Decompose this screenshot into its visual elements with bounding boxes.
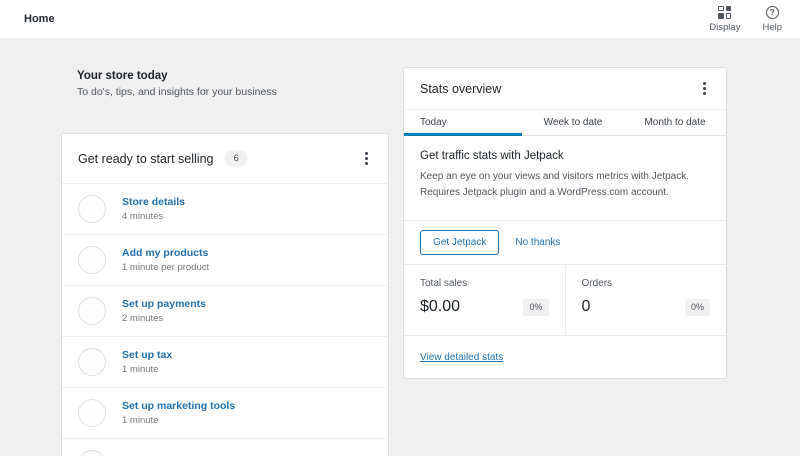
kebab-menu-icon[interactable] [361, 148, 372, 169]
stats-overview-card: Stats overview Today Week to date Month … [404, 68, 726, 378]
help-button[interactable]: ? Help [762, 5, 782, 33]
view-detailed-stats-link[interactable]: View detailed stats [420, 352, 503, 363]
stat-value: $0.00 [420, 298, 461, 315]
stat-label: Orders [581, 278, 613, 289]
task-status-circle-icon [78, 399, 106, 427]
stats-card-footer: View detailed stats [404, 336, 726, 378]
task-link[interactable]: Set up tax [122, 349, 172, 361]
stat-total-sales[interactable]: Total sales $0.00 0% [404, 265, 566, 335]
page-title: Home [24, 13, 55, 25]
jetpack-promo-section: Get traffic stats with Jetpack Keep an e… [404, 136, 726, 221]
task-item-add-products[interactable]: Add my products 1 minute per product [62, 234, 388, 285]
task-time: 1 minute [122, 415, 159, 426]
task-link[interactable]: Set up marketing tools [122, 400, 235, 412]
stats-period-tabs: Today Week to date Month to date [404, 109, 726, 136]
task-item-tax[interactable]: Set up tax 1 minute [62, 336, 388, 387]
stats-card-header: Stats overview [404, 68, 726, 109]
task-link[interactable]: Store details [122, 196, 185, 208]
store-today-title: Your store today [77, 70, 168, 82]
task-status-circle-icon [78, 348, 106, 376]
help-button-label: Help [762, 21, 782, 33]
task-status-circle-icon [78, 450, 106, 456]
stats-column: Stats overview Today Week to date Month … [404, 68, 726, 378]
no-thanks-link[interactable]: No thanks [515, 237, 560, 248]
task-time: 2 minutes [122, 313, 164, 324]
task-status-circle-icon [78, 246, 106, 274]
jetpack-promo-title: Get traffic stats with Jetpack [420, 150, 564, 162]
task-link[interactable]: Set up payments [122, 298, 206, 310]
topbar-actions: Display ? Help [709, 5, 782, 33]
tab-month-to-date[interactable]: Month to date [624, 110, 726, 135]
stat-label: Total sales [420, 278, 468, 289]
get-jetpack-button[interactable]: Get Jetpack [420, 230, 500, 255]
display-button-label: Display [709, 21, 741, 33]
store-today-subtitle: To do's, tips, and insights for your bus… [77, 86, 277, 98]
task-time: 1 minute per product [122, 262, 210, 273]
stat-change-badge: 0% [684, 298, 710, 316]
stats-card-title: Stats overview [420, 81, 502, 96]
stat-value: 0 [581, 298, 591, 315]
display-button[interactable]: Display [709, 5, 741, 33]
stat-change-badge: 0% [523, 298, 549, 316]
topbar: Home Display ? Help [0, 0, 800, 38]
jetpack-actions: Get Jetpack No thanks [404, 221, 726, 265]
jetpack-promo-description: Keep an eye on your views and visitors m… [420, 171, 690, 198]
task-card-header: Get ready to start selling 6 [62, 134, 388, 183]
tab-week-to-date[interactable]: Week to date [522, 110, 624, 135]
task-item-personalize[interactable]: Personalize my store [62, 438, 388, 456]
help-icon: ? [765, 5, 779, 19]
store-today-column: Your store today To do's, tips, and insi… [62, 38, 388, 456]
display-grid-icon [718, 5, 732, 19]
setup-task-card: Get ready to start selling 6 Store detai… [62, 134, 388, 456]
task-card-title: Get ready to start selling [78, 151, 214, 166]
task-status-circle-icon [78, 297, 106, 325]
task-link[interactable]: Add my products [122, 247, 209, 259]
store-today-header: Your store today To do's, tips, and insi… [77, 70, 388, 98]
main-content: Your store today To do's, tips, and insi… [0, 38, 800, 456]
task-item-marketing[interactable]: Set up marketing tools 1 minute [62, 387, 388, 438]
stats-summary-row: Total sales $0.00 0% Orders 0 0% [404, 265, 726, 336]
tab-today[interactable]: Today [404, 110, 522, 136]
task-count-badge: 6 [225, 149, 247, 168]
task-time: 4 minutes [122, 211, 164, 222]
task-item-store-details[interactable]: Store details 4 minutes [62, 183, 388, 234]
kebab-menu-icon[interactable] [699, 78, 710, 99]
task-status-circle-icon [78, 195, 106, 223]
task-item-payments[interactable]: Set up payments 2 minutes [62, 285, 388, 336]
stat-orders[interactable]: Orders 0 0% [566, 265, 727, 335]
task-time: 1 minute [122, 364, 159, 375]
